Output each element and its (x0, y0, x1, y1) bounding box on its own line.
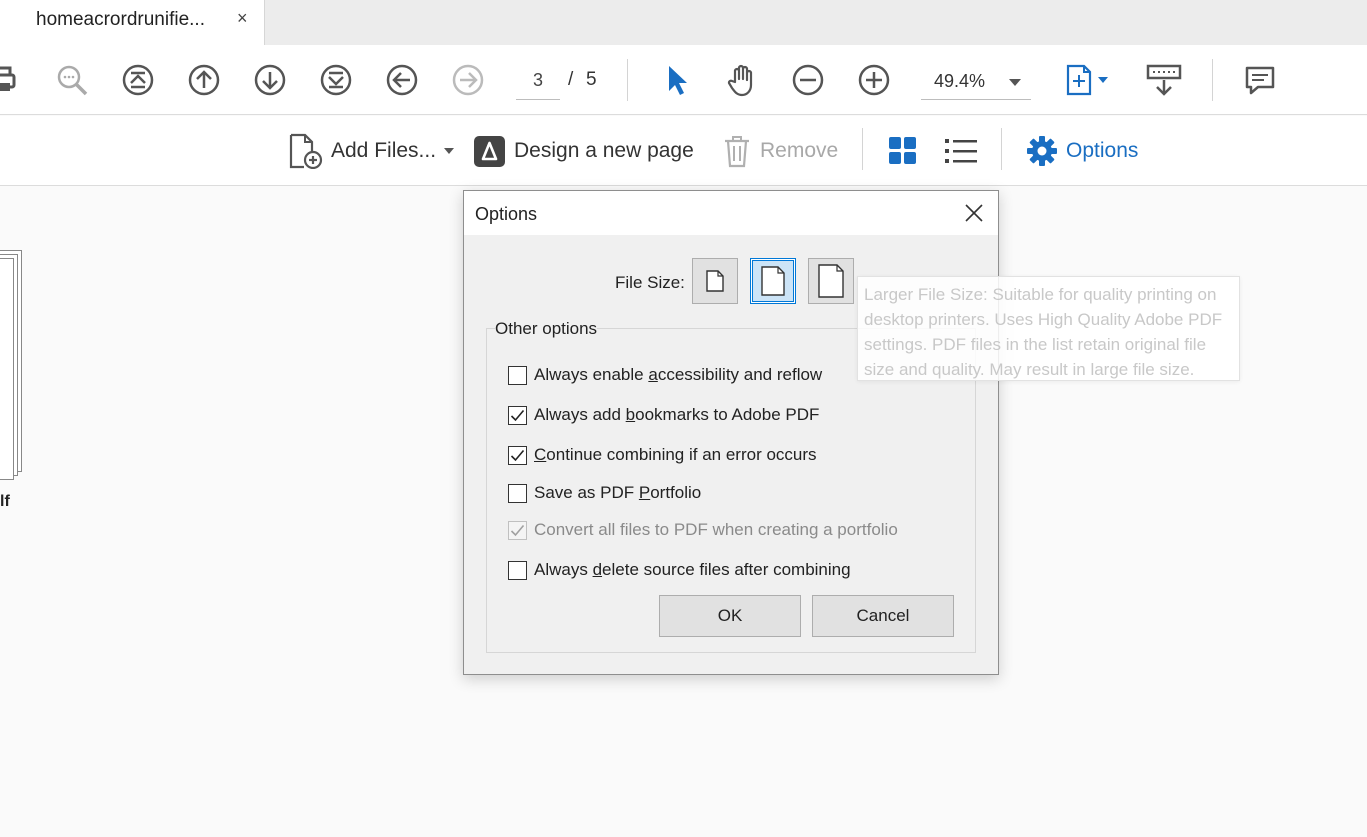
thumbnail-page (0, 258, 14, 480)
checkbox-label: Always enable accessibility and reflow (534, 365, 823, 384)
tooltip-text: Larger File Size: Suitable for quality p… (864, 285, 1223, 379)
add-bookmarks-checkbox[interactable]: Always add bookmarks to Adobe PDF (508, 405, 819, 425)
default-file-size-button[interactable] (750, 258, 796, 304)
remove-label: Remove (760, 139, 839, 162)
list-view-button[interactable] (944, 132, 978, 170)
scroll-mode-icon[interactable] (1144, 62, 1184, 98)
grid-view-icon (889, 137, 916, 164)
zoom-value: 49.4% (934, 71, 986, 91)
checkmark-icon (510, 449, 525, 461)
checkmark-icon (510, 409, 525, 421)
next-page-icon[interactable] (252, 62, 288, 98)
zoom-select[interactable]: 49.4% (921, 66, 1031, 100)
previous-view-icon[interactable] (384, 62, 420, 98)
main-toolbar: 3 / 5 49.4% (0, 45, 1367, 115)
checkbox-label: Always delete source files after combini… (534, 560, 851, 579)
file-thumbnail[interactable] (0, 250, 22, 480)
previous-page-icon[interactable] (186, 62, 222, 98)
options-dialog: Options File Size: Other options Always … (463, 190, 999, 675)
design-new-page-button[interactable]: Design a new page (473, 132, 694, 170)
toolbar-divider (862, 128, 863, 170)
page-separator: / (568, 69, 574, 90)
document-large-icon (818, 264, 844, 298)
fit-page-icon[interactable] (1062, 62, 1114, 98)
comment-icon[interactable] (1242, 62, 1278, 98)
toolbar-divider (1212, 59, 1213, 101)
cancel-button[interactable]: Cancel (812, 595, 954, 637)
continue-on-error-checkbox[interactable]: Continue combining if an error occurs (508, 445, 817, 465)
page-total: 5 (586, 69, 597, 90)
checkbox-box[interactable] (508, 365, 527, 385)
checkbox-box[interactable] (508, 483, 527, 503)
add-file-icon (289, 133, 323, 169)
thumbnail-view-button[interactable] (888, 132, 918, 170)
chevron-down-icon (1009, 79, 1021, 86)
options-label: Options (1066, 139, 1139, 162)
last-page-icon[interactable] (318, 62, 354, 98)
zoom-out-icon[interactable] (790, 62, 826, 98)
checkbox-box[interactable] (508, 405, 527, 425)
thumbnail-filename: lf (0, 493, 10, 510)
checkbox-box[interactable] (508, 445, 527, 465)
large-file-size-button[interactable] (808, 258, 854, 304)
design-new-page-label: Design a new page (514, 139, 694, 162)
gear-icon (1027, 136, 1057, 166)
find-icon[interactable] (54, 62, 90, 98)
delete-source-files-checkbox[interactable]: Always delete source files after combini… (508, 560, 851, 580)
hand-tool-icon[interactable] (724, 62, 760, 98)
checkbox-label: Convert all files to PDF when creating a… (534, 520, 898, 539)
zoom-in-icon[interactable] (856, 62, 892, 98)
tab-strip: homeacrordrunifie... × (0, 0, 1367, 46)
save-as-portfolio-checkbox[interactable]: Save as PDF Portfolio (508, 483, 701, 503)
add-files-label: Add Files... (331, 139, 437, 162)
list-view-icon (945, 139, 977, 163)
checkmark-icon (510, 524, 525, 536)
add-files-button[interactable]: Add Files... (287, 132, 455, 170)
document-tab[interactable]: homeacrordrunifie... × (0, 0, 265, 46)
next-view-icon[interactable] (450, 62, 486, 98)
print-icon[interactable] (0, 62, 22, 98)
page-number-input[interactable]: 3 (516, 66, 560, 100)
file-size-tooltip: Larger File Size: Suitable for quality p… (857, 276, 1240, 381)
options-button[interactable]: Options (1026, 132, 1138, 170)
first-page-icon[interactable] (120, 62, 156, 98)
select-tool-icon[interactable] (658, 62, 694, 98)
convert-files-portfolio-checkbox[interactable]: Convert all files to PDF when creating a… (508, 520, 898, 540)
toolbar-divider (627, 59, 628, 101)
dialog-title: Options (475, 204, 538, 224)
document-medium-icon (761, 266, 785, 296)
checkbox-label: Save as PDF Portfolio (534, 483, 702, 502)
checkbox-label: Always add bookmarks to Adobe PDF (534, 405, 820, 424)
trash-icon (725, 136, 749, 168)
checkbox-box[interactable] (508, 560, 527, 580)
toolbar-divider (1001, 128, 1002, 170)
ok-button[interactable]: OK (659, 595, 801, 637)
chevron-down-icon (444, 148, 455, 154)
other-options-title: Other options (495, 319, 598, 339)
remove-button[interactable]: Remove (722, 132, 838, 170)
close-icon[interactable] (961, 200, 987, 226)
accessibility-reflow-checkbox[interactable]: Always enable accessibility and reflow (508, 365, 822, 385)
checkbox-box[interactable] (508, 520, 527, 540)
tab-close-icon[interactable]: × (237, 8, 248, 29)
adobe-express-icon (474, 135, 505, 167)
checkbox-label: Continue combining if an error occurs (534, 445, 817, 464)
tab-title: homeacrordrunifie... (36, 9, 205, 30)
combine-toolbar: Add Files... Design a new page Remove Op… (0, 116, 1367, 186)
small-file-size-button[interactable] (692, 258, 738, 304)
dialog-titlebar: Options (464, 191, 998, 235)
file-size-label: File Size: (615, 273, 685, 292)
document-small-icon (706, 270, 724, 292)
